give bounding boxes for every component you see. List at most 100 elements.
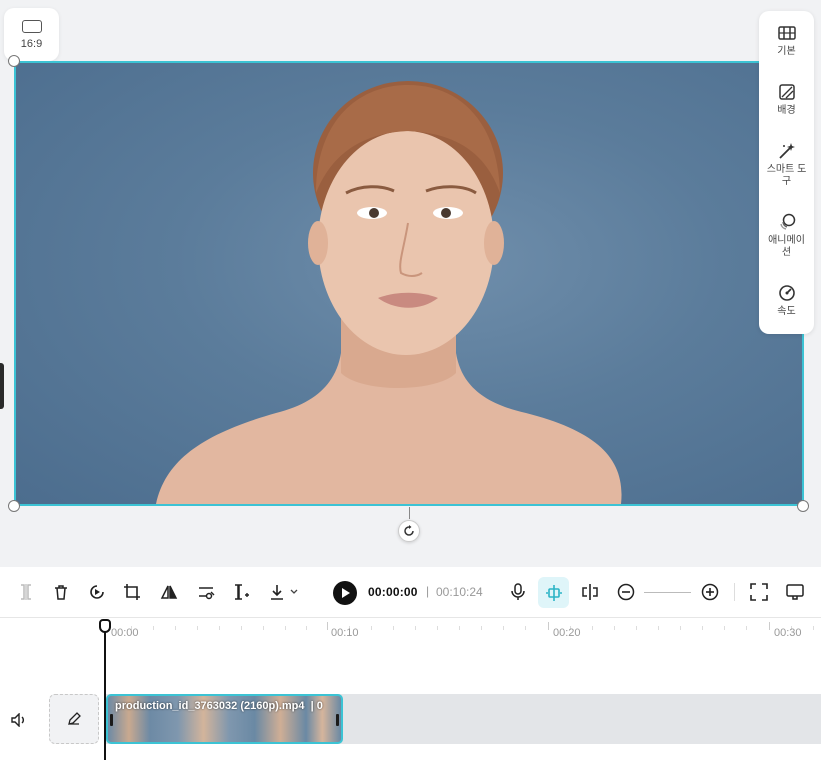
ruler-minor-tick <box>371 626 372 630</box>
download-icon <box>271 585 298 600</box>
property-panel: 기본 배경 스마트 도구 애니메이션 속도 <box>759 11 814 334</box>
split-button[interactable] <box>15 581 37 603</box>
zoom-slider[interactable] <box>644 592 691 593</box>
ruler-minor-tick <box>415 626 416 630</box>
ruler-tick <box>327 622 328 630</box>
ruler-minor-tick <box>724 626 725 630</box>
track-volume-button[interactable] <box>9 710 29 730</box>
ruler-label: 00:10 <box>331 627 359 639</box>
adjust-button[interactable] <box>195 581 217 603</box>
ruler-minor-tick <box>153 626 154 630</box>
toolbar-divider <box>734 583 735 601</box>
clip-left-trim-handle[interactable] <box>110 714 113 726</box>
timeline[interactable]: 00:00 00:10 00:20 00:30 production_id_37… <box>0 618 821 760</box>
timeline-toolbar: 00:00:00 | 00:10:24 <box>0 567 821 618</box>
time-separator: | <box>426 584 430 598</box>
ruler-minor-tick <box>702 626 703 630</box>
ruler-label: 00:00 <box>111 627 139 639</box>
background-icon <box>777 82 797 102</box>
ruler-minor-tick <box>636 626 637 630</box>
playhead-line <box>104 632 106 760</box>
magnet-snap-icon <box>545 584 562 601</box>
ruler-minor-tick <box>393 626 394 630</box>
video-preview[interactable] <box>14 61 804 506</box>
trash-icon <box>55 585 67 600</box>
flip-icon <box>160 585 178 599</box>
crop-button[interactable] <box>121 581 143 603</box>
speaker-icon <box>11 713 24 727</box>
download-button[interactable] <box>265 581 301 603</box>
left-panel-tab[interactable] <box>0 363 4 409</box>
video-frame-image <box>156 81 622 504</box>
panel-item-smart-tools[interactable]: 스마트 도구 <box>759 141 814 188</box>
play-button[interactable] <box>333 581 357 605</box>
rotate-button[interactable] <box>398 520 420 542</box>
trim-icon <box>235 584 249 600</box>
microphone-icon <box>511 583 525 600</box>
rotate-icon <box>404 525 414 536</box>
ruler-minor-tick <box>614 626 615 630</box>
ruler-minor-tick <box>525 626 526 630</box>
speed-icon <box>777 283 797 303</box>
zoom-in-button[interactable] <box>699 581 721 603</box>
resize-handle-bottom-left[interactable] <box>8 500 20 512</box>
panel-item-animation[interactable]: 애니메이션 <box>759 212 814 259</box>
ruler-minor-tick <box>658 626 659 630</box>
magic-wand-icon <box>777 141 797 161</box>
fullscreen-icon <box>750 583 768 601</box>
clip-label: production_id_3763032 (2160p).mp4 | 0 <box>115 700 323 712</box>
clip-right-trim-handle[interactable] <box>336 714 339 726</box>
rotate-stem <box>409 507 410 519</box>
split-center-icon <box>582 584 598 600</box>
track-edit-button[interactable] <box>49 694 99 744</box>
ruler-minor-tick <box>219 626 220 630</box>
ruler-label: 00:30 <box>774 627 802 639</box>
panel-item-label: 기본 <box>777 46 796 57</box>
panel-item-basic[interactable]: 기본 <box>759 23 814 58</box>
trim-button[interactable] <box>230 581 252 603</box>
sliders-icon <box>199 587 215 600</box>
record-voice-button[interactable] <box>507 581 529 603</box>
fullscreen-button[interactable] <box>748 581 770 603</box>
ruler-minor-tick <box>503 626 504 630</box>
ruler-minor-tick <box>437 626 438 630</box>
snap-toggle[interactable] <box>538 577 569 608</box>
film-icon <box>777 23 797 43</box>
resize-handle-top-left[interactable] <box>8 55 20 67</box>
replay-button[interactable] <box>86 581 108 603</box>
aspect-ratio-icon <box>21 19 42 33</box>
current-time: 00:00:00 <box>368 585 418 599</box>
flip-button[interactable] <box>158 581 180 603</box>
playhead-handle[interactable] <box>99 619 111 633</box>
pencil-icon <box>68 712 81 725</box>
canvas-area: 16:9 기본 배경 스마트 도구 애니메이션 속도 <box>0 0 821 567</box>
aspect-ratio-button[interactable]: 16:9 <box>4 8 59 61</box>
ruler-minor-tick <box>680 626 681 630</box>
ruler-minor-tick <box>175 626 176 630</box>
replay-icon <box>90 585 104 599</box>
animation-icon <box>777 212 797 232</box>
ruler-minor-tick <box>197 626 198 630</box>
ruler-minor-tick <box>263 626 264 630</box>
panel-item-label: 스마트 도구 <box>766 164 807 187</box>
panel-item-label: 배경 <box>777 105 796 116</box>
zoom-out-icon <box>617 583 635 601</box>
zoom-in-icon <box>701 583 719 601</box>
delete-button[interactable] <box>50 581 72 603</box>
ruler-tick <box>769 622 770 630</box>
ruler-minor-tick <box>459 626 460 630</box>
panel-item-background[interactable]: 배경 <box>759 82 814 117</box>
zoom-out-button[interactable] <box>615 581 637 603</box>
ruler-minor-tick <box>481 626 482 630</box>
panel-item-speed[interactable]: 속도 <box>759 283 814 318</box>
split-at-playhead-button[interactable] <box>579 581 601 603</box>
aspect-ratio-label: 16:9 <box>20 37 43 50</box>
total-time: 00:10:24 <box>436 585 483 599</box>
video-clip[interactable]: production_id_3763032 (2160p).mp4 | 0 <box>106 694 343 744</box>
preview-mode-button[interactable] <box>784 581 806 603</box>
ruler-minor-tick <box>813 626 814 630</box>
ruler-minor-tick <box>746 626 747 630</box>
resize-handle-bottom-right[interactable] <box>797 500 809 512</box>
ruler-minor-tick <box>285 626 286 630</box>
monitor-icon <box>786 584 804 600</box>
